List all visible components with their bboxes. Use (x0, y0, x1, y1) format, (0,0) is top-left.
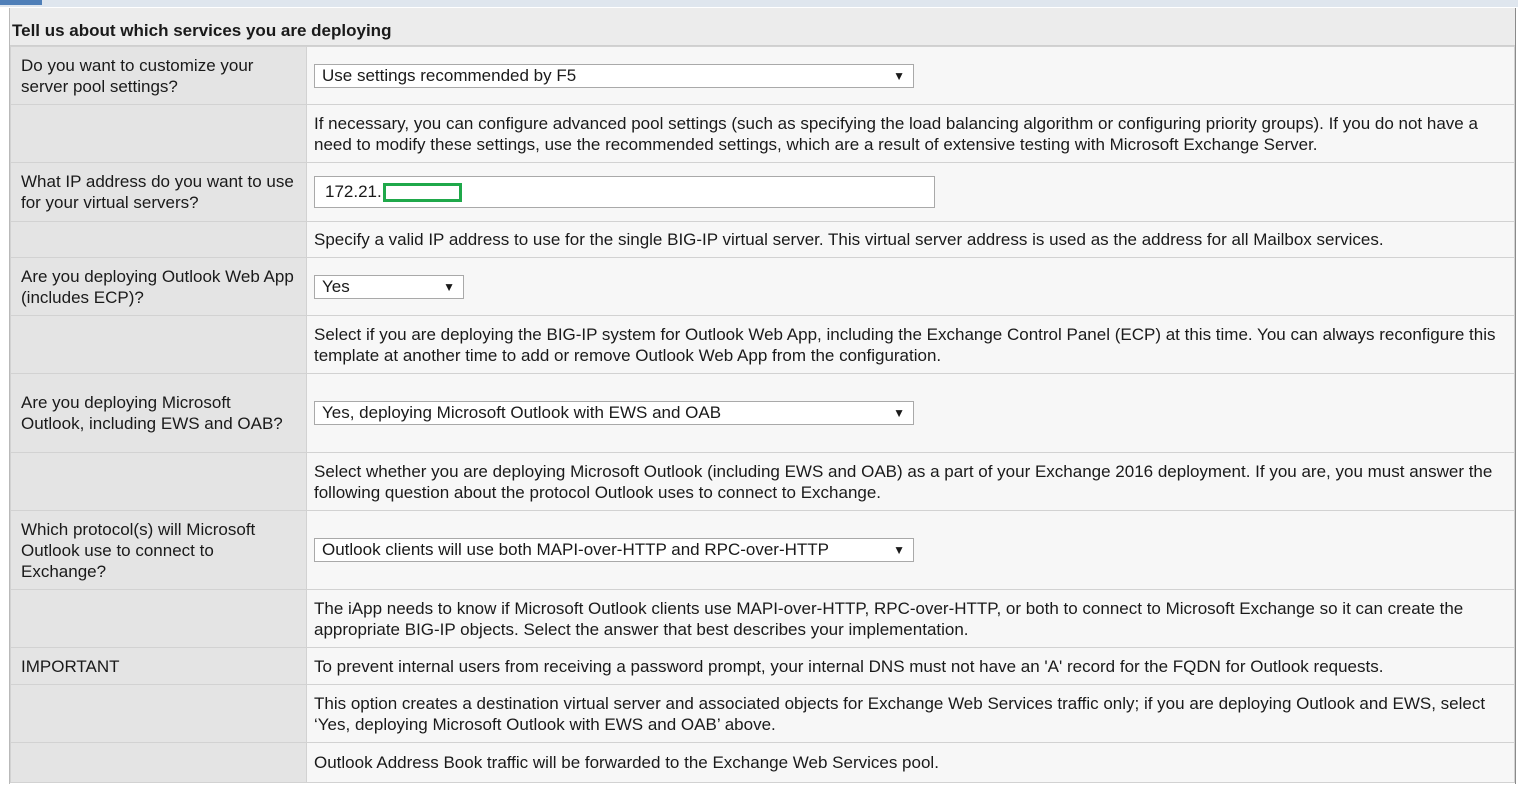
table-row: What IP address do you want to use for y… (10, 162, 1515, 222)
redaction-box (383, 183, 462, 202)
protocol-answer-cell: Outlook clients will use both MAPI-over-… (306, 510, 1515, 590)
settings-table: Do you want to customize your server poo… (10, 46, 1515, 783)
owa-question: Are you deploying Outlook Web App (inclu… (10, 257, 307, 316)
outlook-select[interactable]: Yes, deploying Microsoft Outlook with EW… (314, 401, 914, 425)
ip-address-value: 172.21. (325, 182, 382, 201)
table-row: Outlook Address Book traffic will be for… (10, 742, 1515, 783)
table-row: This option creates a destination virtua… (10, 684, 1515, 743)
ip-address-input[interactable]: 172.21. (314, 176, 935, 208)
owa-answer-cell: Yes ▼ (306, 257, 1515, 316)
active-tab-indicator (0, 0, 42, 5)
pool-help-text: If necessary, you can configure advanced… (306, 104, 1515, 163)
chevron-down-icon: ▼ (443, 279, 455, 294)
table-row: Are you deploying Microsoft Outlook, inc… (10, 373, 1515, 453)
oab-note-text: Outlook Address Book traffic will be for… (306, 742, 1515, 783)
important-label: IMPORTANT (10, 647, 307, 685)
pool-question: Do you want to customize your server poo… (10, 46, 307, 105)
table-row: Specify a valid IP address to use for th… (10, 221, 1515, 258)
protocol-question: Which protocol(s) will Microsoft Outlook… (10, 510, 307, 590)
empty-label-cell (10, 684, 307, 743)
empty-label-cell (10, 104, 307, 163)
form-panel: Tell us about which services you are dep… (9, 8, 1516, 784)
chevron-down-icon: ▼ (893, 406, 905, 420)
table-row: IMPORTANT To prevent internal users from… (10, 647, 1515, 685)
pool-settings-select-value: Use settings recommended by F5 (322, 65, 577, 85)
empty-label-cell (10, 452, 307, 511)
outlook-question: Are you deploying Microsoft Outlook, inc… (10, 373, 307, 453)
pool-answer-cell: Use settings recommended by F5 ▼ (306, 46, 1515, 105)
table-row: Do you want to customize your server poo… (10, 46, 1515, 105)
outlook-help-text: Select whether you are deploying Microso… (306, 452, 1515, 511)
empty-label-cell (10, 221, 307, 258)
ip-answer-cell: 172.21. (306, 162, 1515, 222)
empty-label-cell (10, 742, 307, 783)
outlook-select-value: Yes, deploying Microsoft Outlook with EW… (322, 403, 722, 422)
chevron-down-icon: ▼ (893, 68, 905, 83)
owa-select-value: Yes (322, 276, 350, 296)
pool-settings-select[interactable]: Use settings recommended by F5 ▼ (314, 63, 914, 88)
empty-label-cell (10, 589, 307, 648)
ip-help-text: Specify a valid IP address to use for th… (306, 221, 1515, 258)
outlook-answer-cell: Yes, deploying Microsoft Outlook with EW… (306, 373, 1515, 453)
table-row: Select whether you are deploying Microso… (10, 452, 1515, 511)
section-title: Tell us about which services you are dep… (10, 8, 1515, 46)
top-tab-strip (0, 0, 1518, 7)
owa-help-text: Select if you are deploying the BIG-IP s… (306, 315, 1515, 374)
protocol-select-value: Outlook clients will use both MAPI-over-… (322, 540, 830, 559)
empty-label-cell (10, 315, 307, 374)
table-row: Select if you are deploying the BIG-IP s… (10, 315, 1515, 374)
table-row: Are you deploying Outlook Web App (inclu… (10, 257, 1515, 316)
protocol-select[interactable]: Outlook clients will use both MAPI-over-… (314, 538, 914, 562)
ip-question: What IP address do you want to use for y… (10, 162, 307, 222)
owa-select[interactable]: Yes ▼ (314, 274, 464, 299)
ews-note-text: This option creates a destination virtua… (306, 684, 1515, 743)
important-text: To prevent internal users from receiving… (306, 647, 1515, 685)
protocol-help-text: The iApp needs to know if Microsoft Outl… (306, 589, 1515, 648)
table-row: Which protocol(s) will Microsoft Outlook… (10, 510, 1515, 590)
table-row: If necessary, you can configure advanced… (10, 104, 1515, 163)
chevron-down-icon: ▼ (893, 543, 905, 557)
table-row: The iApp needs to know if Microsoft Outl… (10, 589, 1515, 648)
